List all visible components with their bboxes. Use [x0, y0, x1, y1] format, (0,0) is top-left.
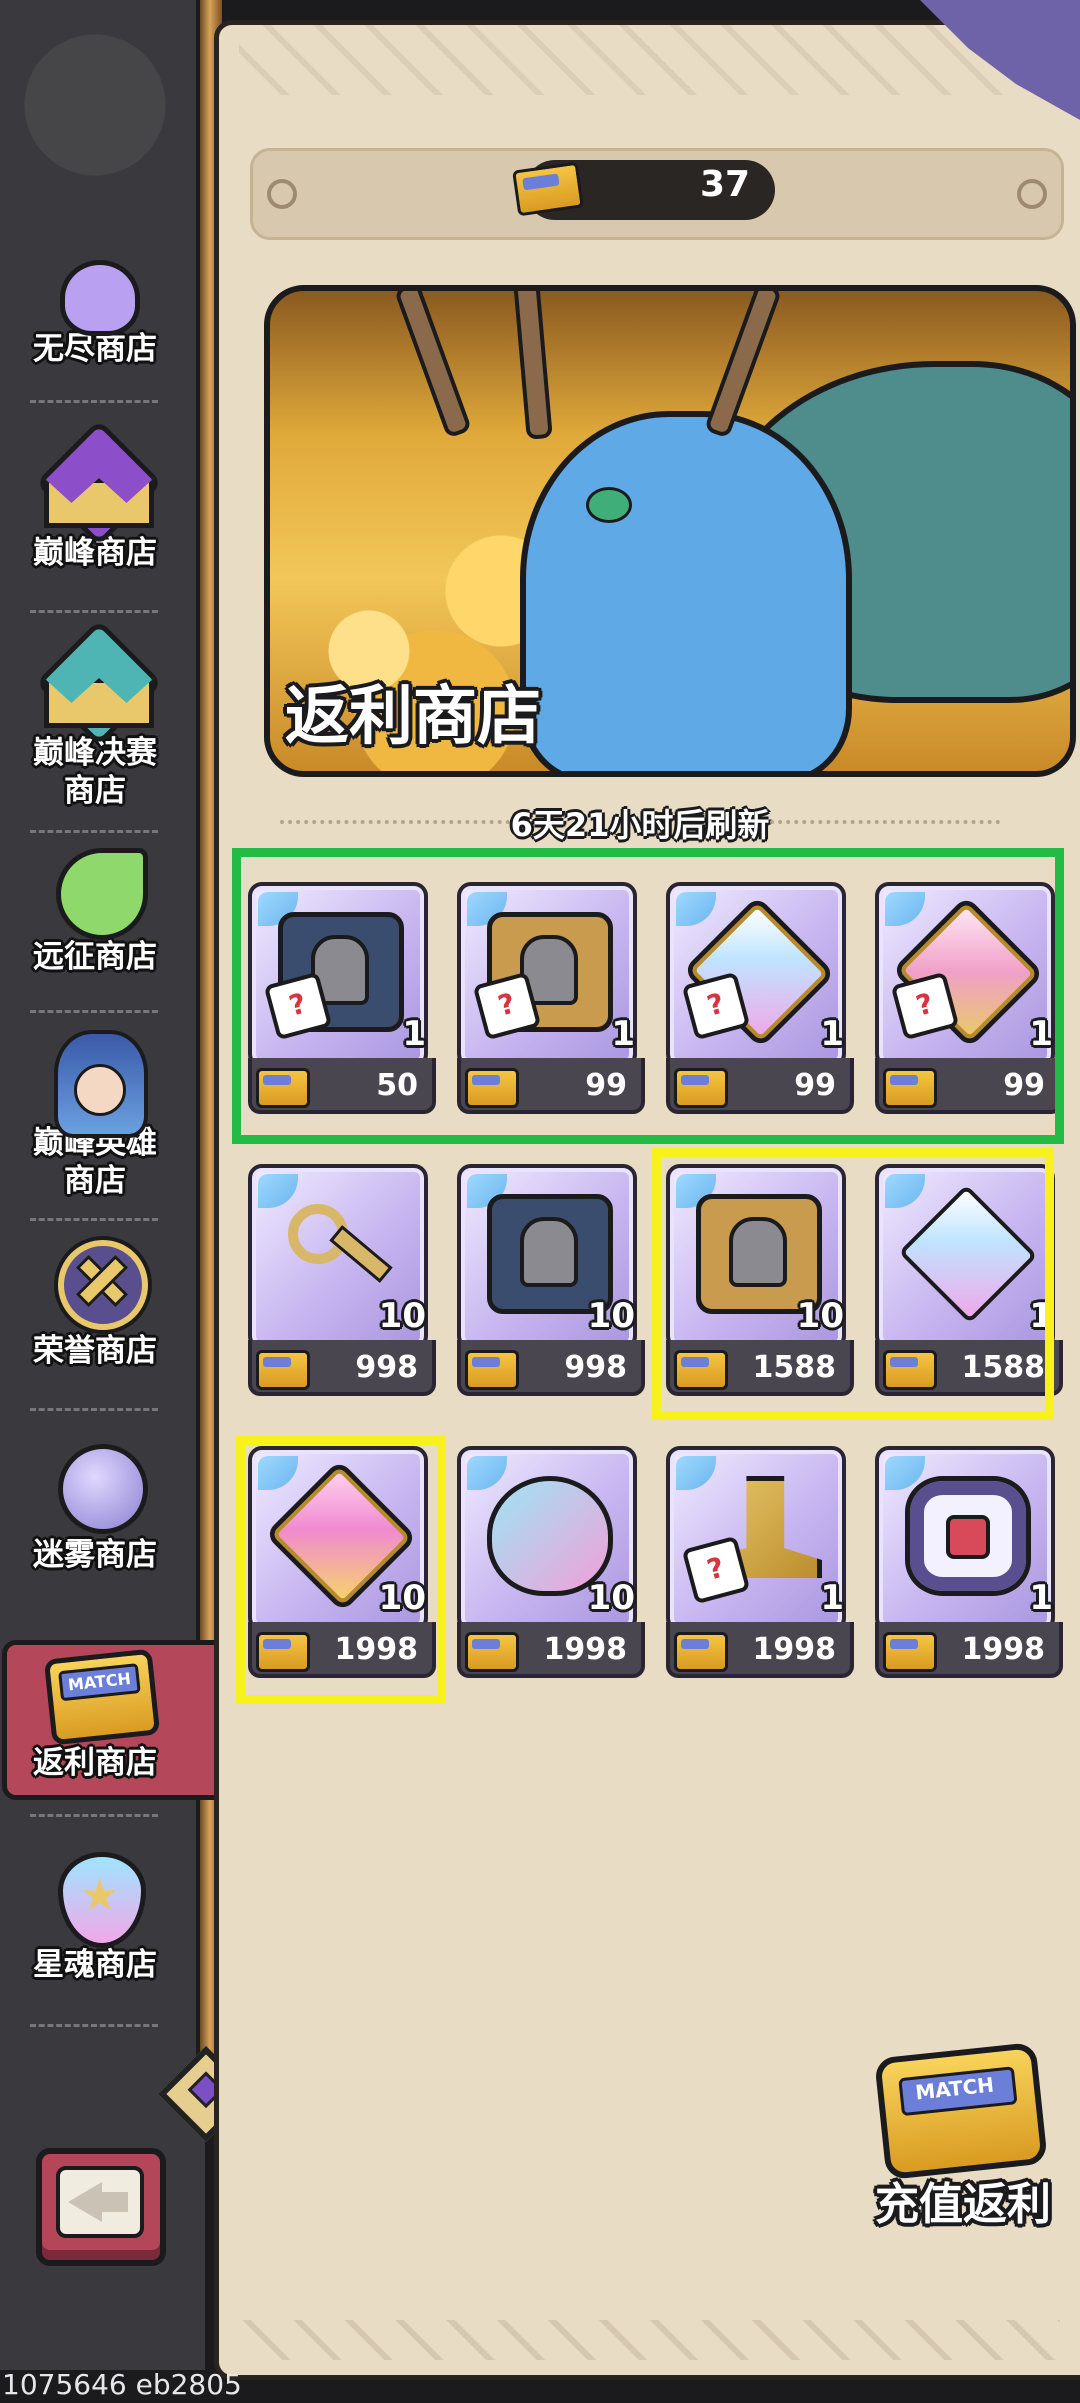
sidebar-divider [30, 830, 158, 833]
shop-item[interactable]: 10 1998 [457, 1446, 645, 1682]
item-quantity: 1 [1029, 1578, 1053, 1618]
back-button[interactable] [36, 2148, 166, 2266]
item-price: 998 [564, 1350, 627, 1385]
match-ticket-icon [674, 1632, 728, 1672]
antler-icon [393, 291, 473, 439]
purple-crown-icon [35, 419, 163, 547]
match-badge: MATCH [58, 1663, 141, 1702]
sidebar-divider [30, 2024, 158, 2027]
match-badge: MATCH [914, 2072, 996, 2105]
recharge-rebate-button[interactable]: MATCH 充值返利 [870, 2041, 1051, 2230]
antler-icon [513, 291, 553, 440]
shop-item[interactable]: ? 1 1998 [666, 1446, 854, 1682]
sidebar-item-star-soul-shop[interactable]: ★ 星魂商店 [0, 1848, 190, 1984]
match-ticket-icon [465, 1632, 519, 1672]
bar-ornament-icon [267, 179, 297, 209]
sidebar-item-mist-shop[interactable]: 迷雾商店 [0, 1440, 190, 1574]
match-ticket-icon [465, 1350, 519, 1390]
shop-item[interactable]: 10 998 [248, 1164, 436, 1400]
item-price: 1998 [543, 1632, 628, 1667]
bar-ornament-icon [1017, 179, 1047, 209]
highlight-box-yellow [652, 1148, 1054, 1420]
sidebar-divider [30, 1408, 158, 1411]
highlight-box-yellow [236, 1436, 446, 1704]
sidebar-divider [30, 400, 158, 403]
item-quantity: 10 [587, 1296, 635, 1336]
sidebar-divider [30, 610, 158, 613]
item-quantity: 10 [378, 1296, 426, 1336]
sidebar-item-peak-final-shop[interactable]: 巅峰决赛商店 [0, 619, 190, 810]
gold-key-icon [278, 1194, 394, 1304]
sidebar-item-expedition-shop[interactable]: 远征商店 [0, 840, 190, 976]
item-quantity: 10 [587, 1578, 635, 1618]
mist-orb-icon [36, 1440, 154, 1540]
sidebar-item-label: 荣誉商店 [33, 1333, 157, 1369]
highlight-box-green [232, 848, 1064, 1144]
panel-bottom-ornament [240, 2320, 1060, 2360]
refresh-timer: 6天21小时后刷新 [510, 806, 770, 844]
shop-item[interactable]: 10 998 [457, 1164, 645, 1400]
sidebar-item-endless-shop[interactable]: 无尽商店 [0, 260, 190, 368]
footer-id-text: 1075646 eb2805 [2, 2368, 242, 2401]
slime-icon [36, 260, 154, 360]
currency-value: 37 [700, 164, 751, 205]
match-ticket-icon: MATCH [36, 1648, 161, 1750]
match-ticket-icon [883, 1632, 937, 1672]
sidebar-divider [30, 1218, 158, 1221]
sidebar-item-rebate-shop-content[interactable]: MATCH 返利商店 [0, 1648, 190, 1782]
sigil-icon [905, 1476, 1031, 1596]
hero-portrait-icon [36, 1030, 154, 1138]
recharge-rebate-label: 充值返利 [875, 2179, 1051, 2230]
item-quantity: 1 [820, 1578, 844, 1618]
crossed-swords-icon [36, 1236, 154, 1336]
sidebar-divider [30, 1814, 158, 1817]
banner-title: 返利商店 [285, 680, 541, 754]
back-arrow-icon [56, 2166, 144, 2238]
shop-item[interactable]: 1 1998 [875, 1446, 1063, 1682]
sidebar-item-honor-shop[interactable]: 荣誉商店 [0, 1236, 190, 1370]
sidebar-item-label: 迷雾商店 [33, 1537, 157, 1573]
match-ticket-icon [512, 161, 584, 217]
sidebar-divider [30, 1010, 158, 1013]
teal-crown-icon [35, 619, 163, 747]
green-slime-icon [36, 840, 154, 940]
match-ticket-icon: MATCH [874, 2041, 1048, 2181]
star-soul-icon: ★ [36, 1848, 154, 1948]
item-price: 1998 [961, 1632, 1046, 1667]
sidebar-item-label: 巅峰决赛商店 [33, 735, 157, 809]
item-price: 998 [355, 1350, 418, 1385]
sidebar-item-label: 远征商店 [33, 939, 157, 975]
sidebar-item-peak-hero-shop[interactable]: 巅峰英雄商店 [0, 1030, 190, 1200]
match-ticket-icon [256, 1350, 310, 1390]
sidebar-item-peak-shop[interactable]: 巅峰商店 [0, 419, 190, 572]
dragon-merchant-icon [520, 411, 852, 771]
antler-icon [703, 291, 783, 439]
refresh-timer-row: 6天21小时后刷新 [280, 800, 1000, 844]
item-price: 1998 [752, 1632, 837, 1667]
sidebar-item-label: 星魂商店 [33, 1947, 157, 1983]
